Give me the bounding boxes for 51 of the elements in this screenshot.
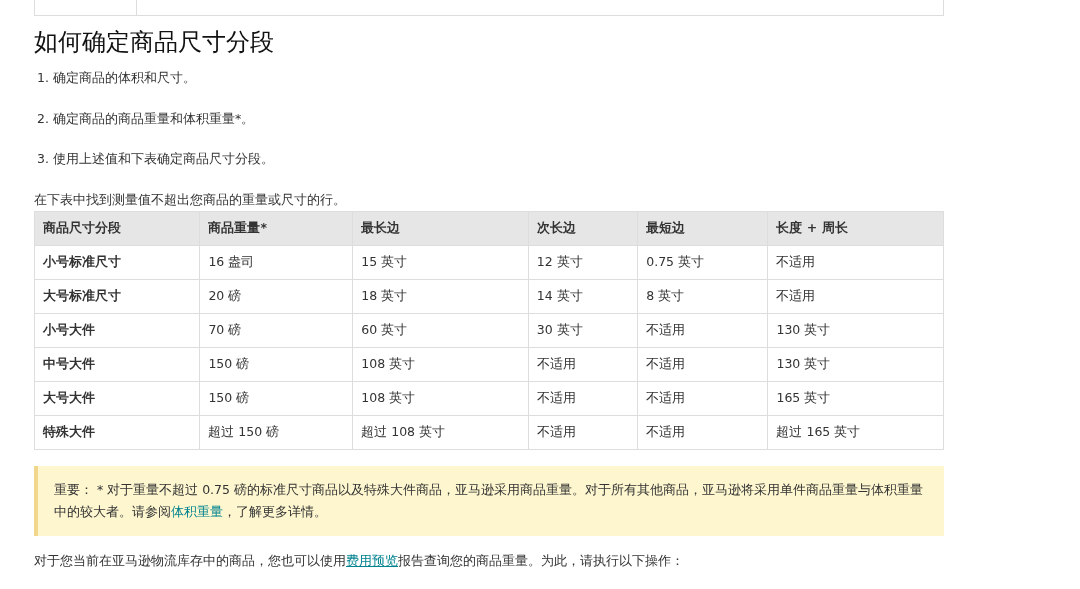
table-cell: 小号大件: [34, 313, 200, 348]
table-cell: 大号大件: [34, 381, 200, 416]
note-text: 重要： * 对于重量不超过 0.75 磅的标准尺寸商品以及特殊大件商品，亚马逊采用商品重量。对于所有其他商品，亚马逊将采用单件商品重量与体积重量中的较大者。请参阅体积重量，了解更多详情。: [34, 465, 944, 536]
table-cell: 不适用: [767, 279, 944, 314]
table-cell: 超过 150 磅: [199, 415, 353, 450]
table-cell: 大号标准尺寸: [34, 279, 200, 314]
table-cell: 150 磅: [199, 347, 353, 382]
section-heading: 如何确定商品尺寸分段: [34, 28, 275, 57]
column-header: 次长边: [528, 211, 638, 246]
table-cell: 150 磅: [199, 381, 353, 416]
table-cell: 不适用: [637, 381, 768, 416]
table-cell: 130 英寸: [767, 347, 944, 382]
table-cell: 超过 108 英寸: [352, 415, 529, 450]
table-cell: 不适用: [528, 381, 638, 416]
table-cell: 60 英寸: [352, 313, 529, 348]
table-cell: 不适用: [637, 415, 768, 450]
table-cell: 特殊大件: [34, 415, 200, 450]
table-cell: 中号大件: [34, 347, 200, 382]
link[interactable]: 费用预览: [346, 552, 398, 568]
table-cell: 70 磅: [199, 313, 353, 348]
table-cell: 超过 165 英寸: [767, 415, 944, 450]
column-header: 最短边: [637, 211, 768, 246]
body-text: 对于您当前在亚马逊物流库存中的商品，您也可以使用费用预览报告查询您的商品重量。为此，请执行以下操作：: [34, 551, 685, 570]
table-cell: 不适用: [637, 347, 768, 382]
table-cell: 8 英寸: [637, 279, 768, 314]
table-cell: 0.75 英寸: [637, 245, 768, 280]
table-cell: 不适用: [767, 245, 944, 280]
step-text: 1. 确定商品的体积和尺寸。: [36, 68, 197, 87]
table-cell: 130 英寸: [767, 313, 944, 348]
table-cell: 18 英寸: [352, 279, 529, 314]
table-cell: 20 磅: [199, 279, 353, 314]
table-cell: 不适用: [637, 313, 768, 348]
table-cell: 16 盎司: [199, 245, 353, 280]
intro-text: 在下表中找到测量值不超出您商品的重量或尺寸的行。: [34, 191, 347, 210]
step-text: 2. 确定商品的商品重量和体积重量*。: [36, 109, 256, 128]
table-cell: 14 英寸: [528, 279, 638, 314]
table-cell: 108 英寸: [352, 347, 529, 382]
table-cell: 108 英寸: [352, 381, 529, 416]
table-cell: 165 英寸: [767, 381, 944, 416]
column-header: 商品尺寸分段: [34, 211, 200, 246]
table-cell: 30 英寸: [528, 313, 638, 348]
table-cell: 12 英寸: [528, 245, 638, 280]
column-header: 长度 + 周长: [767, 211, 944, 246]
table-cell: 15 英寸: [352, 245, 529, 280]
table-cell: 不适用: [528, 347, 638, 382]
table-cell: 小号标准尺寸: [34, 245, 200, 280]
column-header: 商品重量*: [199, 211, 353, 246]
table-cell: 不适用: [528, 415, 638, 450]
step-text: 3. 使用上述值和下表确定商品尺寸分段。: [36, 150, 275, 169]
link[interactable]: 体积重量: [171, 503, 223, 519]
column-header: 最长边: [352, 211, 529, 246]
